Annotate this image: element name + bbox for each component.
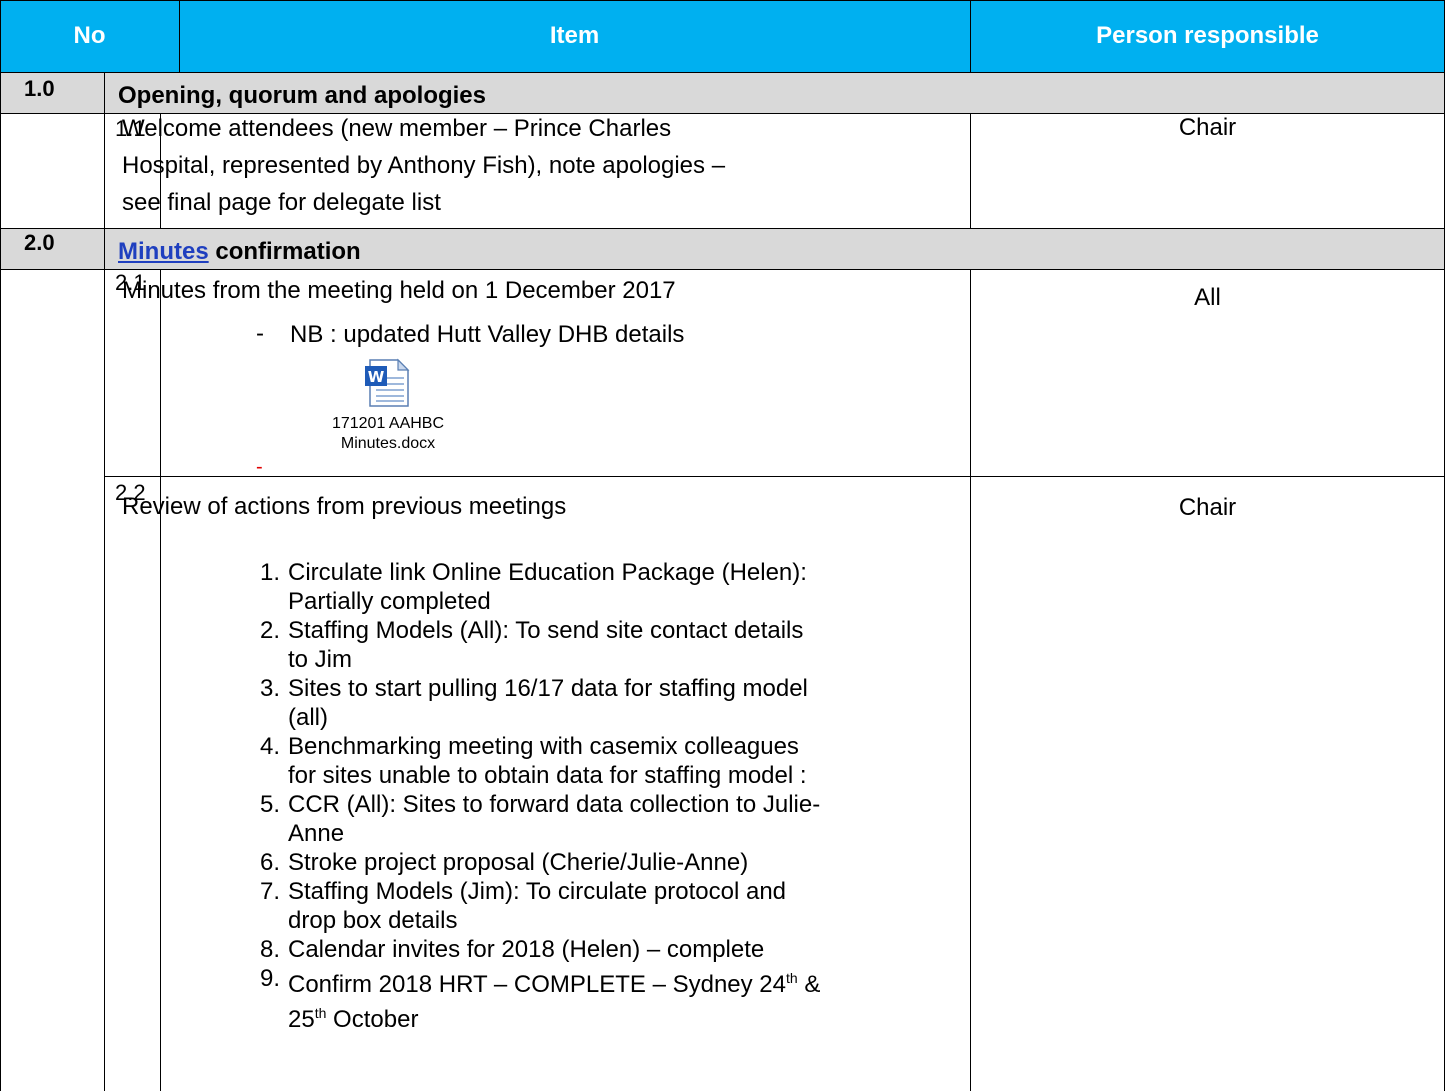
table-border	[160, 269, 161, 1091]
table-border	[0, 269, 1445, 270]
agenda-table: No Item Person responsible 1.0 Opening, …	[0, 0, 1445, 1091]
minutes-link[interactable]: Minutes	[118, 238, 209, 265]
bullet-dash: -	[256, 320, 264, 347]
list-item: 4. Benchmarking meeting with casemix coll…	[259, 733, 807, 789]
person-responsible: Chair	[1178, 494, 1237, 521]
table-border	[0, 113, 1445, 114]
list-item: 9. Confirm 2018 HRT – COMPLETE – Sydney …	[259, 965, 821, 1033]
table-border	[160, 113, 161, 228]
item-text: Minutes from the meeting held on 1 Decem…	[122, 277, 676, 304]
table-border	[104, 72, 105, 1091]
list-item: 5. CCR (All): Sites to forward data colle…	[259, 791, 821, 847]
table-border	[970, 269, 971, 1091]
list-item: 6. Stroke project proposal (Cherie/Julie-…	[259, 849, 749, 876]
table-border	[104, 476, 1445, 477]
table-border	[0, 72, 1445, 73]
attachment-filename[interactable]: 171201 AAHBC Minutes.docx	[318, 414, 458, 454]
header-item: Item	[549, 22, 600, 49]
actions-list: 1. Circulate link Online Education Packag…	[240, 558, 960, 1034]
table-border	[970, 0, 971, 72]
list-item: 8. Calendar invites for 2018 (Helen) – co…	[259, 936, 765, 963]
section-title: Minutes confirmation	[118, 238, 361, 265]
header-person-responsible: Person responsible	[1096, 22, 1319, 49]
svg-text:W: W	[368, 368, 385, 386]
word-document-icon[interactable]: W	[364, 358, 412, 408]
table-border	[0, 228, 1445, 229]
section-title: Opening, quorum and apologies	[118, 82, 487, 109]
table-border	[970, 113, 971, 228]
list-item: 7. Staffing Models (Jim): To circulate pr…	[259, 878, 787, 934]
person-responsible: All	[1194, 284, 1221, 311]
section-number: 2.0	[24, 230, 55, 255]
item-text: Welcome attendees (new member – Prince C…	[122, 115, 726, 216]
person-responsible: Chair	[1178, 114, 1237, 141]
table-border	[0, 0, 1, 1091]
header-no: No	[73, 22, 106, 49]
section-number: 1.0	[24, 76, 55, 101]
list-item: 2. Staffing Models (All): To send site co…	[259, 617, 804, 673]
item-text: Review of actions from previous meetings	[122, 493, 567, 520]
bullet-text: NB : updated Hutt Valley DHB details	[290, 321, 685, 348]
table-border	[0, 0, 1445, 1]
list-item: 3. Sites to start pulling 16/17 data for …	[259, 675, 808, 731]
table-border	[179, 0, 180, 72]
list-item: 1. Circulate link Online Education Packag…	[259, 559, 807, 615]
